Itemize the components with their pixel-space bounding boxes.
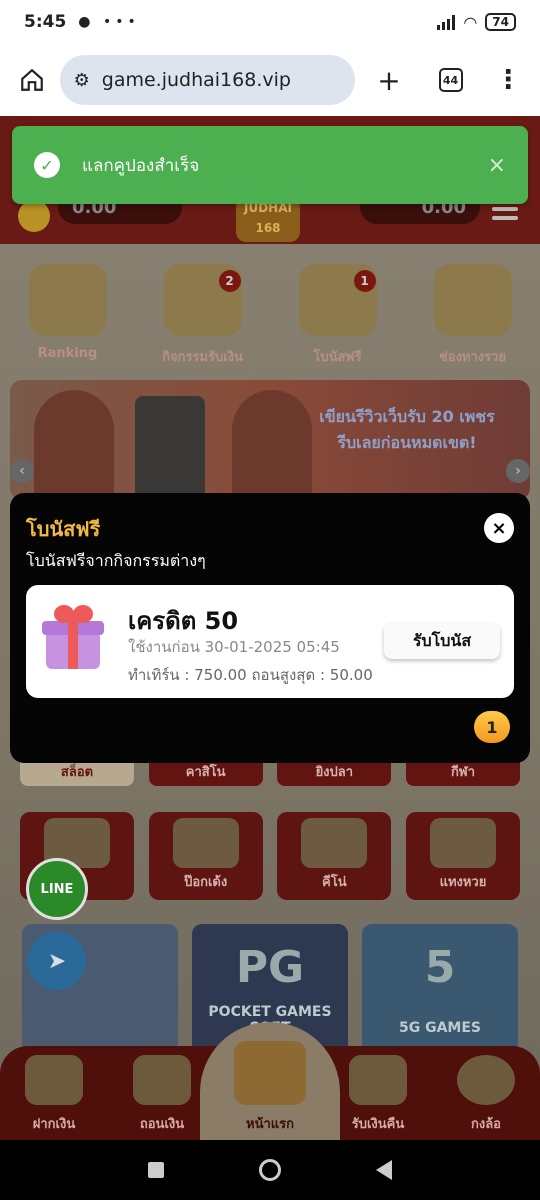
notification-badge: 2 [218, 270, 241, 292]
notification-icons: ● ••• [78, 14, 140, 30]
claim-bonus-button[interactable]: รับโบนัส [384, 623, 500, 659]
game-label: คีโน่ [322, 875, 347, 890]
banner-text: เขียนรีวิวเว็บรับ 20 เพชร รีบเลยก่อนหมดเ… [312, 404, 502, 456]
bonus-turnover: ทำเทิร์น : 750.00 ถอนสูงสุด : 50.00 [128, 666, 373, 684]
modal-title: โบนัสฟรี [26, 517, 101, 541]
provider-logo: PG [235, 942, 305, 993]
cards-icon [172, 818, 239, 868]
tab-switcher-button[interactable]: 44 [431, 60, 471, 100]
carousel-next-icon[interactable]: › [506, 459, 530, 483]
quick-label: กิจกรรมรับเงิน [162, 350, 243, 365]
game-tile[interactable]: แทงหวย [405, 812, 520, 900]
site-logo[interactable]: JUDHAI 168 [236, 198, 300, 242]
address-bar[interactable]: ⚙ game.judhai168.vip [59, 55, 356, 105]
game-tile[interactable]: คีโน่ [277, 812, 392, 900]
nav-label: กงล้อ [471, 1117, 501, 1132]
nav-home[interactable]: หน้าแรก [200, 1022, 340, 1140]
battery-icon: 74 [485, 13, 516, 31]
quick-label: ช่องทางรวย [438, 350, 507, 365]
url-text: game.judhai168.vip [101, 69, 291, 91]
nav-label: หน้าแรก [246, 1117, 294, 1132]
game-label: ป๊อกเด้ง [184, 875, 228, 890]
tab-count: 44 [438, 68, 463, 92]
quick-free-bonus[interactable]: 1 โบนัสฟรี [278, 264, 398, 367]
quick-label: Ranking [37, 346, 98, 361]
quick-activities[interactable]: 2 กิจกรรมรับเงิน [143, 264, 263, 367]
quick-menu: Ranking 2 กิจกรรมรับเงิน 1 โบนัสฟรี ช่อง… [0, 264, 540, 367]
home-circle-icon[interactable] [258, 1159, 281, 1181]
home-logo-icon [234, 1041, 306, 1105]
bottom-navigation: ฝากเงิน ถอนเงิน หน้าแรก รับเงินคืน กงล้อ [0, 1022, 540, 1140]
nav-wheel[interactable]: กงล้อ [436, 1055, 536, 1134]
toast-message: แลกคูปองสำเร็จ [82, 155, 200, 176]
game-label: แทงหวย [439, 875, 487, 890]
nav-withdraw[interactable]: ถอนเงิน [112, 1055, 212, 1134]
nav-deposit[interactable]: ฝากเงิน [4, 1055, 104, 1134]
bonus-card: เครดิต 50 ใช้งานก่อน 30-01-2025 05:45 ทำ… [26, 585, 514, 698]
carousel-prev-icon[interactable]: ‹ [10, 459, 34, 483]
notification-badge: 1 [353, 270, 376, 292]
keno-icon [301, 818, 368, 868]
success-toast: ✓ แลกคูปองสำเร็จ × [12, 126, 528, 204]
cashback-icon [349, 1055, 407, 1105]
provider-card-5g[interactable]: 5 5G GAMES [362, 924, 518, 1054]
site-settings-icon[interactable]: ⚙ [74, 70, 90, 91]
line-chat-button[interactable]: LINE [26, 858, 88, 920]
telegram-icon[interactable]: ➤ [28, 932, 86, 990]
banner-subheadline: รีบเลยก่อนหมดเขต! [337, 433, 477, 452]
system-navigation-bar [0, 1140, 540, 1200]
home-icon[interactable] [12, 60, 52, 100]
promo-banner[interactable]: เขียนรีวิวเว็บรับ 20 เพชร รีบเลยก่อนหมดเ… [10, 380, 530, 500]
back-icon[interactable] [376, 1160, 393, 1180]
coin-stack-icon [133, 1055, 191, 1105]
nav-label: ถอนเงิน [139, 1117, 185, 1132]
close-icon[interactable]: × [484, 513, 514, 543]
nav-cashback[interactable]: รับเงินคืน [328, 1055, 428, 1134]
more-options-icon[interactable]: ⋮ [488, 60, 528, 100]
check-circle-icon: ✓ [34, 152, 60, 178]
status-bar: 5:45 ● ••• ◠ 74 [0, 0, 540, 44]
nav-label: ฝากเงิน [32, 1117, 76, 1132]
banner-model-image [34, 390, 114, 500]
game-tile[interactable]: ป๊อกเด้ง [148, 812, 263, 900]
clock: 5:45 [24, 12, 67, 32]
banner-model-image [232, 390, 312, 500]
recents-icon[interactable] [147, 1162, 164, 1178]
banner-headline: เขียนรีวิวเว็บรับ 20 เพชร [319, 407, 495, 426]
trophy-icon [28, 264, 107, 336]
wifi-icon: ◠ [463, 12, 478, 32]
free-bonus-modal: โบนัสฟรี โบนัสฟรีจากกิจกรรมต่างๆ × เครดิ… [10, 493, 530, 763]
bonus-expiry: ใช้งานก่อน 30-01-2025 05:45 [128, 638, 340, 656]
coin-icon [18, 200, 50, 232]
quick-ranking[interactable]: Ranking [8, 264, 128, 367]
game-categories: ฟ ป๊อกเด้ง คีโน่ แทงหวย [20, 812, 520, 900]
banner-phone-image [135, 396, 205, 500]
provider-logo: 5 [424, 942, 456, 993]
modal-subtitle: โบนัสฟรีจากกิจกรรมต่างๆ [26, 551, 206, 570]
quick-rich-channel[interactable]: ช่องทางรวย [413, 264, 533, 367]
page-indicator[interactable]: 1 [474, 711, 510, 743]
coins-icon [433, 264, 512, 336]
new-tab-icon[interactable]: + [369, 60, 409, 100]
cash-icon [25, 1055, 83, 1105]
signal-icon [437, 14, 456, 30]
wheel-icon [457, 1055, 515, 1105]
quick-label: โบนัสฟรี [313, 350, 362, 365]
toast-close-icon[interactable]: × [488, 153, 506, 178]
nav-label: รับเงินคืน [351, 1117, 405, 1132]
lottery-icon [429, 818, 496, 868]
browser-toolbar: ⚙ game.judhai168.vip + 44 ⋮ [0, 44, 540, 116]
provider-label: 5G GAMES [398, 1020, 481, 1036]
gift-icon [42, 605, 104, 669]
